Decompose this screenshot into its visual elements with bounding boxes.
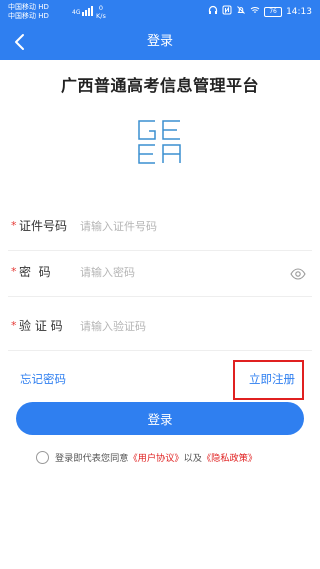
- captcha-input[interactable]: [80, 316, 280, 336]
- carrier-info: 中国移动 HD 中国移动 HD: [8, 3, 49, 21]
- geea-logo: [134, 117, 184, 167]
- password-input[interactable]: [80, 262, 280, 282]
- nav-bar: 登录: [0, 24, 320, 60]
- id-number-label: 证件号码: [19, 219, 68, 233]
- signal-icon: 4G: [72, 4, 94, 16]
- carrier-2-badge: HD: [38, 12, 49, 20]
- network-type: 4G: [72, 9, 81, 16]
- id-number-input[interactable]: [80, 216, 280, 236]
- password-label: 密 码: [19, 265, 51, 279]
- user-agreement-link[interactable]: 《用户协议》: [129, 450, 184, 464]
- eye-icon[interactable]: [290, 265, 306, 280]
- battery-icon: 76: [264, 6, 283, 17]
- status-bar: 中国移动 HD 中国移动 HD 4G 0 K/s 76 14:13: [0, 0, 320, 24]
- forgot-password-link[interactable]: 忘记密码: [20, 371, 66, 387]
- platform-title: 广西普通高考信息管理平台: [60, 76, 259, 95]
- captcha-label: 验 证 码: [19, 319, 63, 333]
- carrier-1-badge: HD: [38, 3, 49, 11]
- agreement-checkbox[interactable]: [36, 450, 49, 464]
- required-mark: *: [11, 265, 17, 278]
- agreement-row: 登录即代表您同意 《用户协议》 以及 《隐私政策》: [36, 450, 257, 464]
- bell-off-icon: [236, 5, 246, 18]
- status-icons: 76 14:13: [208, 5, 312, 18]
- wifi-icon: [250, 5, 260, 18]
- id-number-row: * 证件号码: [8, 202, 312, 251]
- carrier-2: 中国移动: [8, 12, 36, 20]
- page-title: 登录: [146, 34, 173, 49]
- privacy-policy-link[interactable]: 《隐私政策》: [202, 450, 257, 464]
- speed-unit: K/s: [96, 12, 106, 20]
- password-row: * 密 码: [8, 248, 312, 297]
- required-mark: *: [11, 219, 17, 232]
- network-speed: 0 K/s: [96, 4, 106, 20]
- required-mark: *: [11, 319, 17, 332]
- register-link[interactable]: 立即注册: [249, 371, 295, 387]
- nfc-icon: [222, 5, 232, 18]
- agreement-middle: 以及: [183, 453, 202, 464]
- login-button[interactable]: 登录: [16, 402, 304, 435]
- captcha-row: * 验 证 码: [8, 302, 312, 351]
- agreement-prefix: 登录即代表您同意: [55, 453, 129, 464]
- clock: 14:13: [286, 6, 312, 17]
- headphones-icon: [208, 5, 218, 18]
- carrier-1: 中国移动: [8, 3, 36, 11]
- speed-value: 0: [98, 4, 103, 12]
